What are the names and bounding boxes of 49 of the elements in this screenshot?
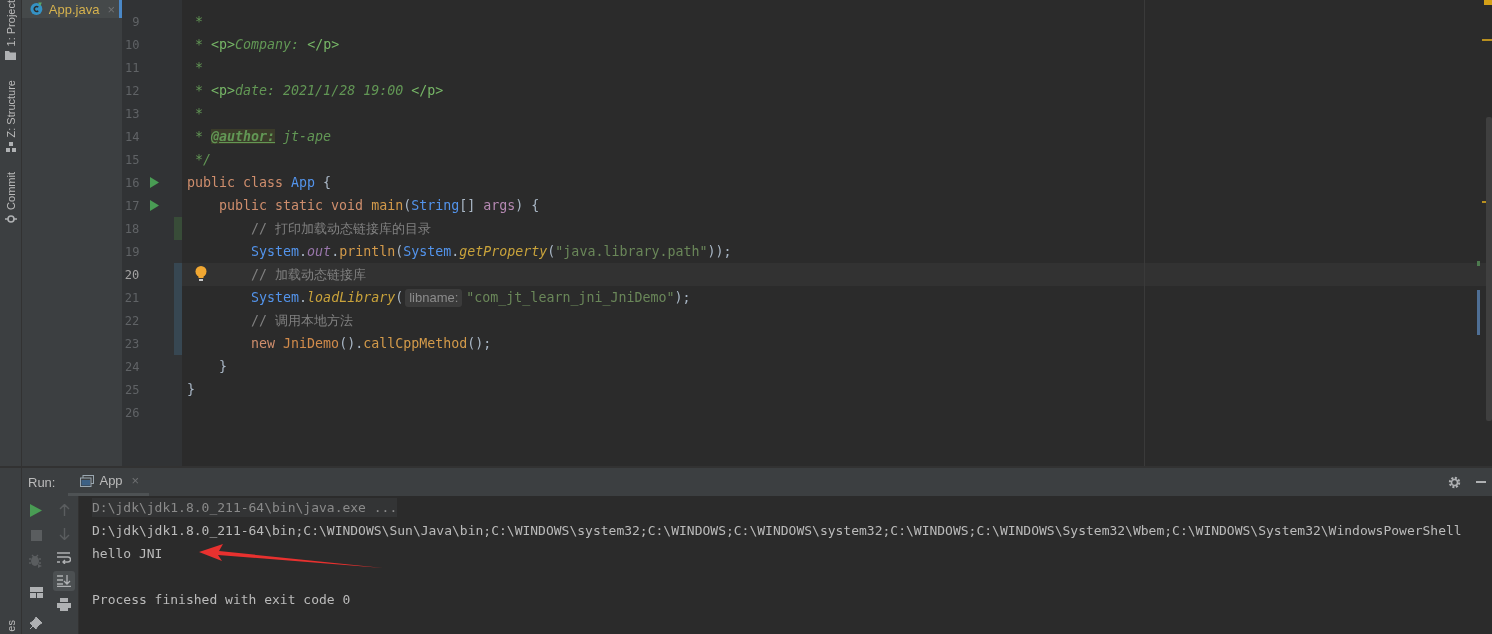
code-text: System.out.println(System.getProperty("java.library.path")); xyxy=(251,243,732,261)
code-text: public static void main(String[] args) { xyxy=(219,197,540,215)
scroll-to-end-button[interactable] xyxy=(53,571,75,591)
code-text: // 加载动态链接库 xyxy=(251,266,367,284)
code-text: * <p>date: 2021/1/28 19:00 </p> xyxy=(195,82,444,100)
console-line: hello JNI xyxy=(92,546,163,561)
tool-window-tab[interactable]: Z: Structure xyxy=(4,80,17,158)
lightbulb-icon[interactable] xyxy=(195,266,207,281)
tool-window-tab[interactable]: es xyxy=(4,620,17,634)
line-number: 20 xyxy=(123,267,140,282)
code-text: System.loadLibrary( xyxy=(251,289,404,307)
print-icon[interactable] xyxy=(57,598,71,611)
code-text: public class App { xyxy=(187,174,332,192)
up-arrow-icon[interactable] xyxy=(58,504,70,516)
window-icon xyxy=(80,474,95,487)
code-text: // 调用本地方法 xyxy=(251,312,354,330)
tool-window-tab[interactable]: 1: Project xyxy=(4,0,17,67)
run-icon[interactable] xyxy=(149,177,159,188)
soft-wrap-icon[interactable] xyxy=(57,552,71,564)
console-line: D:\jdk\jdk1.8.0_211-64\bin;C:\WINDOWS\Sun\Java\bin;C:\WINDOWS\system32;C:\WINDOWS;C:\WINDOWS\system32;C:\WINDOWS;C:\WINDOWS\System32\Wbem;C:\WINDOWS\System32\WindowsPowerShell xyxy=(92,523,1462,538)
down-arrow-icon[interactable] xyxy=(58,528,70,540)
code-text: * <p>Company: </p> xyxy=(195,36,340,54)
scrollbar-thumb[interactable] xyxy=(1486,117,1492,421)
code-text: * xyxy=(195,105,204,123)
code-text: * @author: jt-ape xyxy=(195,128,332,146)
run-icon[interactable] xyxy=(149,200,159,211)
class-icon xyxy=(30,2,43,16)
code-text: } xyxy=(187,381,195,399)
run-icon[interactable] xyxy=(30,504,42,517)
run-panel-title: Run: xyxy=(28,474,56,490)
commit-icon xyxy=(4,213,17,224)
code-text: * xyxy=(195,59,204,77)
parameter-hint: libname: xyxy=(405,288,463,307)
settings-icon[interactable] xyxy=(1448,475,1461,489)
pin-icon[interactable] xyxy=(30,617,42,629)
tool-window-tab[interactable]: Commit xyxy=(4,171,17,230)
console-line: Process finished with exit code 0 xyxy=(92,592,351,607)
code-text: * xyxy=(195,13,204,31)
code-text: new JniDemo().callCppMethod(); xyxy=(251,335,492,353)
stop-icon[interactable] xyxy=(30,530,42,541)
code-text: */ xyxy=(195,151,212,169)
folder-icon xyxy=(5,50,16,61)
bug-icon[interactable] xyxy=(29,554,43,568)
code-text: } xyxy=(219,358,228,376)
code-text: // 打印加载动态链接库的目录 xyxy=(251,220,432,238)
code-text: "com_jt_learn_jni_JniDemo"); xyxy=(466,289,691,308)
editor-tab[interactable]: App.java × xyxy=(22,0,122,18)
layout-icon[interactable] xyxy=(29,587,43,598)
structure-icon xyxy=(5,141,16,152)
